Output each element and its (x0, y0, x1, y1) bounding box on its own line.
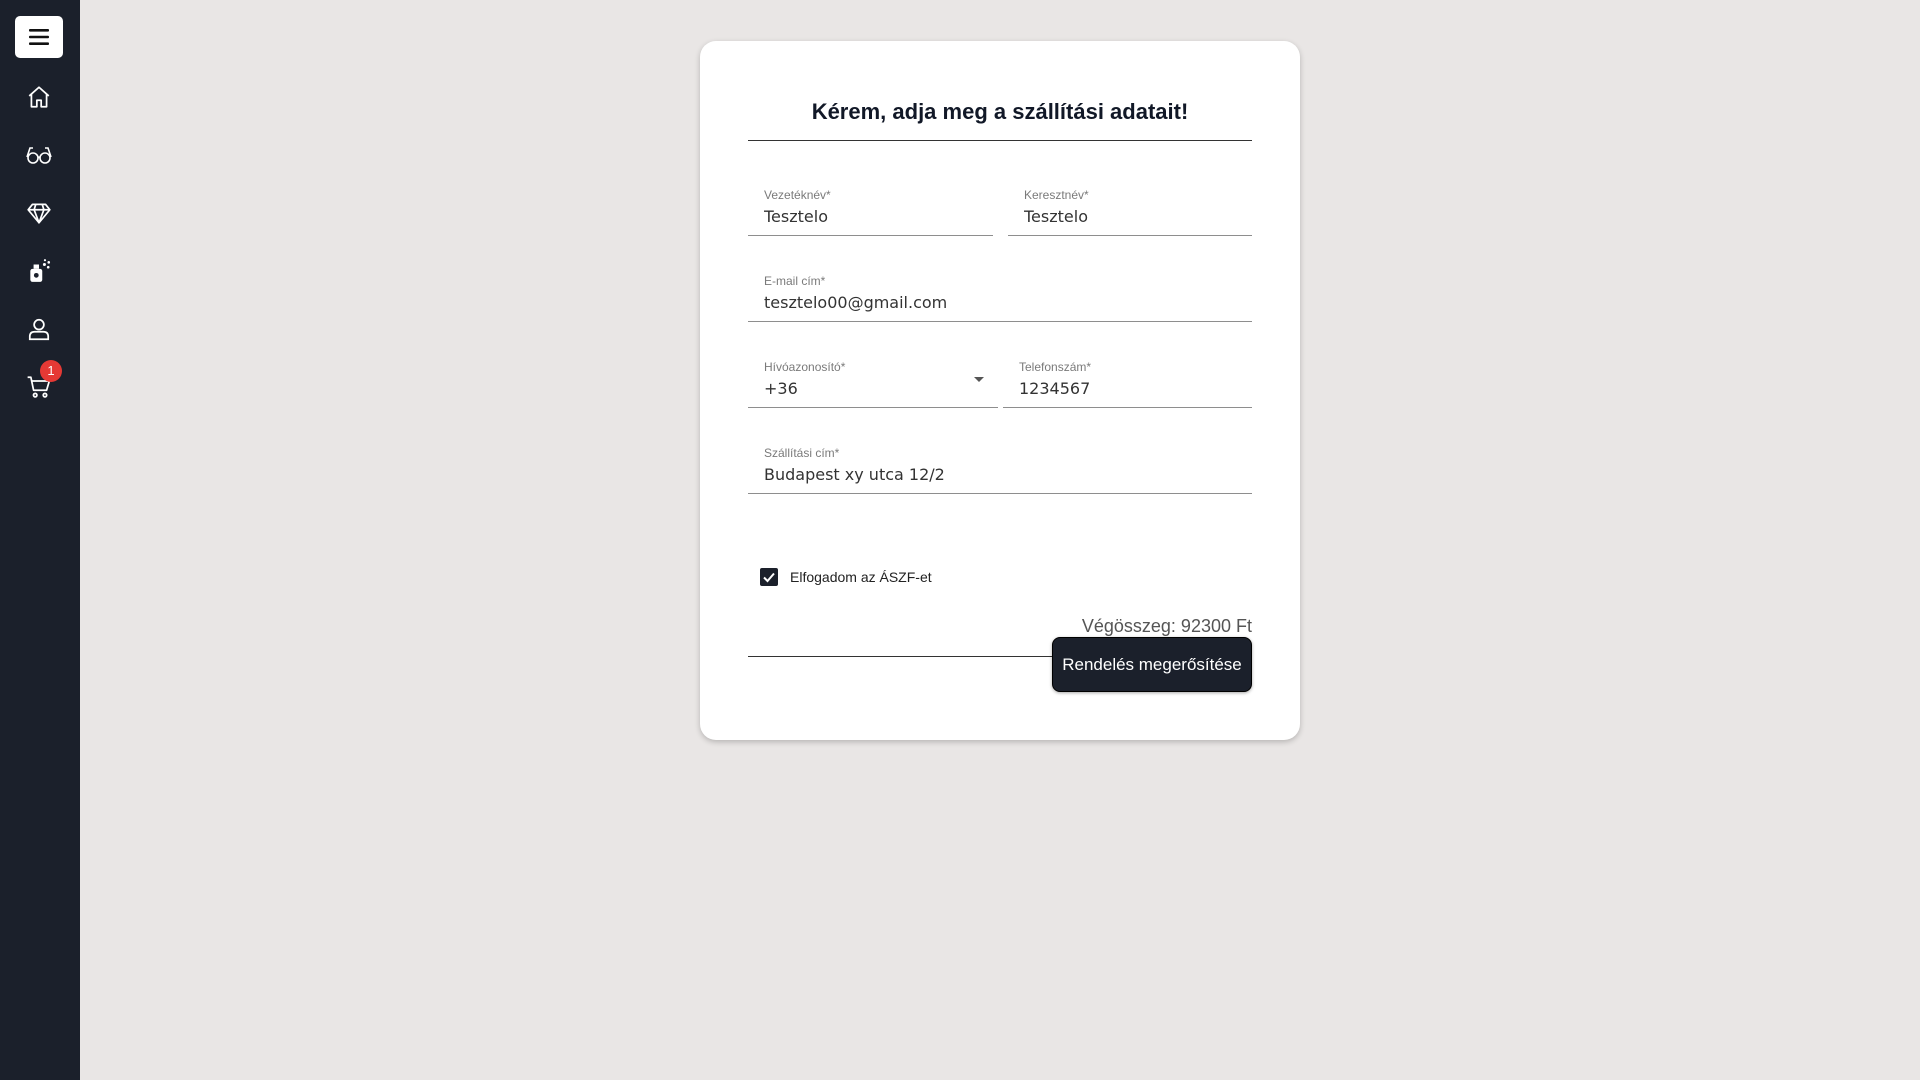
email-input[interactable] (764, 291, 1248, 313)
form-title: Kérem, adja meg a szállítási adatait! (748, 99, 1252, 141)
email-field: E-mail cím* (748, 268, 1252, 322)
last-name-input[interactable] (764, 205, 989, 227)
perfume-icon (30, 259, 51, 282)
first-name-input[interactable] (1024, 205, 1248, 227)
cart-badge: 1 (40, 360, 62, 382)
sidebar-item-home[interactable] (18, 76, 60, 118)
confirm-order-button[interactable]: Rendelés megerősítése (1052, 637, 1252, 692)
terms-row: Elfogadom az ÁSZF-et (760, 567, 932, 587)
sidebar-item-glasses[interactable] (18, 134, 60, 176)
hamburger-icon (29, 29, 49, 45)
dial-code-select[interactable] (764, 377, 994, 399)
dial-code-field: Hívóazonosító* (748, 354, 998, 408)
dial-code-label: Hívóazonosító* (764, 360, 846, 374)
phone-field: Telefonszám* (1003, 354, 1252, 408)
sidebar-item-profile[interactable] (18, 308, 60, 350)
last-name-label: Vezetéknév* (764, 188, 831, 202)
chevron-down-icon[interactable] (974, 377, 984, 382)
address-input[interactable] (764, 463, 1248, 485)
terms-checkbox[interactable] (760, 568, 778, 586)
sidebar-item-cart[interactable]: 1 (18, 360, 62, 408)
menu-button[interactable] (15, 16, 63, 58)
first-name-label: Keresztnév* (1024, 188, 1089, 202)
terms-label: Elfogadom az ÁSZF-et (790, 569, 932, 585)
phone-input[interactable] (1019, 377, 1248, 399)
home-icon (28, 86, 50, 108)
checkmark-icon (763, 572, 775, 583)
sidebar: 1 (0, 0, 80, 1080)
phone-label: Telefonszám* (1019, 360, 1092, 374)
shipping-form-card: Kérem, adja meg a szállítási adatait! Ve… (700, 41, 1300, 740)
first-name-field: Keresztnév* (1008, 182, 1252, 236)
diamond-icon (27, 203, 51, 224)
last-name-field: Vezetéknév* (748, 182, 993, 236)
sidebar-item-perfume[interactable] (18, 250, 60, 292)
glasses-icon (26, 147, 52, 164)
address-field: Szállítási cím* (748, 440, 1252, 494)
address-label: Szállítási cím* (764, 446, 840, 460)
email-label: E-mail cím* (764, 274, 826, 288)
user-icon (28, 318, 50, 341)
sidebar-item-jewelry[interactable] (18, 192, 60, 234)
